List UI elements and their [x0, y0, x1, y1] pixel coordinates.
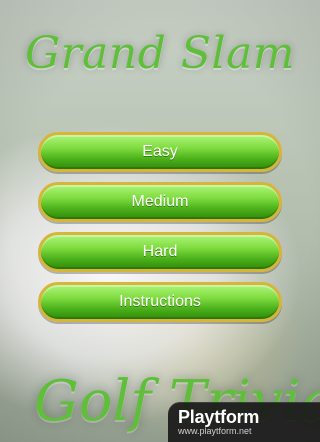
medium-button[interactable]: Medium — [35, 179, 285, 225]
instructions-button[interactable]: Instructions — [35, 279, 285, 325]
hard-button[interactable]: Hard — [35, 229, 285, 275]
game-screen: Grand Slam Easy Medium Hard Instructions… — [0, 0, 320, 442]
easy-button[interactable]: Easy — [35, 129, 285, 175]
watermark-brand: Playtform — [178, 407, 260, 427]
watermark-badge: Playtform www.playtform.net — [168, 402, 320, 442]
watermark-url: www.playtform.net — [178, 426, 252, 436]
game-title-top: Grand Slam — [24, 28, 296, 79]
difficulty-menu: Easy Medium Hard Instructions — [35, 129, 285, 325]
hard-button-label: Hard — [142, 243, 178, 260]
easy-button-label: Easy — [142, 143, 178, 160]
medium-button-label: Medium — [131, 193, 189, 210]
instructions-button-label: Instructions — [119, 293, 201, 310]
